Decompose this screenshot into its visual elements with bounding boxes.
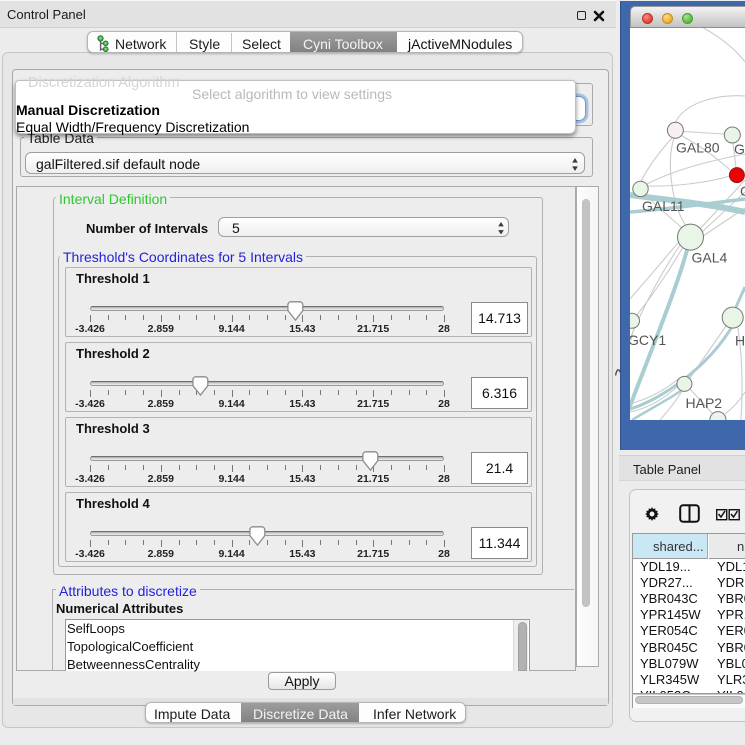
svg-text:GCY1: GCY1 xyxy=(630,332,666,348)
svg-text:GAL11: GAL11 xyxy=(642,198,685,214)
svg-text:HAP2: HAP2 xyxy=(686,395,723,411)
svg-text:GAL80: GAL80 xyxy=(676,140,720,156)
svg-text:GAL4: GAL4 xyxy=(692,250,728,266)
svg-text:H: H xyxy=(735,333,745,349)
svg-text:C: C xyxy=(740,183,745,199)
svg-text:GA: GA xyxy=(734,141,745,157)
